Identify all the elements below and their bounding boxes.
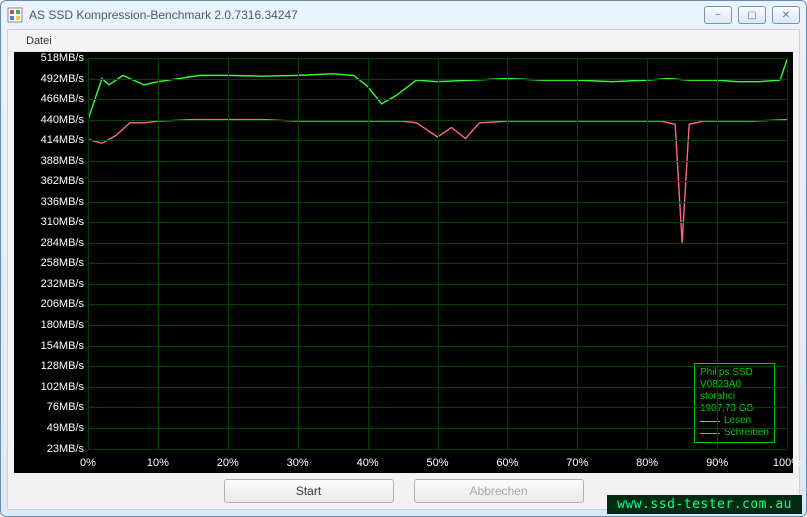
- x-tick-label: 100%: [773, 457, 801, 469]
- x-tick-label: 60%: [496, 457, 518, 469]
- y-tick-label: 76MB/s: [20, 401, 84, 413]
- y-tick-label: 414MB/s: [20, 134, 84, 146]
- y-tick-label: 49MB/s: [20, 422, 84, 434]
- menu-file[interactable]: Datei: [18, 33, 60, 49]
- legend-box: Philips SSD V0823A0 storahci 1907,73 GB …: [694, 363, 775, 443]
- cancel-button[interactable]: Abbrechen: [414, 479, 584, 503]
- app-window: AS SSD Kompression-Benchmark 2.0.7316.34…: [0, 0, 807, 517]
- y-tick-label: 232MB/s: [20, 278, 84, 290]
- y-tick-label: 258MB/s: [20, 257, 84, 269]
- maximize-button[interactable]: ▢: [738, 6, 766, 24]
- legend-driver: storahci: [700, 391, 769, 403]
- button-row: Start Abbrechen: [8, 473, 799, 509]
- x-tick-label: 70%: [566, 457, 588, 469]
- window-title: AS SSD Kompression-Benchmark 2.0.7316.34…: [29, 8, 704, 22]
- window-controls: − ▢ ✕: [704, 6, 800, 24]
- y-tick-label: 518MB/s: [20, 52, 84, 64]
- legend-read: Lesen: [700, 415, 769, 427]
- x-tick-label: 80%: [636, 457, 658, 469]
- y-tick-label: 102MB/s: [20, 381, 84, 393]
- legend-capacity: 1907,73 GB: [700, 403, 769, 415]
- plot: Philips SSD V0823A0 storahci 1907,73 GB …: [88, 58, 787, 449]
- y-tick-label: 310MB/s: [20, 216, 84, 228]
- y-tick-label: 336MB/s: [20, 196, 84, 208]
- app-icon: [7, 7, 23, 23]
- y-tick-label: 128MB/s: [20, 360, 84, 372]
- y-tick-label: 284MB/s: [20, 237, 84, 249]
- x-tick-label: 10%: [147, 457, 169, 469]
- x-tick-label: 30%: [287, 457, 309, 469]
- legend-read-label: Lesen: [724, 415, 751, 427]
- legend-device: Philips SSD: [700, 367, 769, 379]
- menubar: Datei: [8, 30, 799, 52]
- chart-area: Philips SSD V0823A0 storahci 1907,73 GB …: [14, 52, 793, 473]
- y-tick-label: 362MB/s: [20, 175, 84, 187]
- y-tick-label: 440MB/s: [20, 114, 84, 126]
- close-button[interactable]: ✕: [772, 6, 800, 24]
- minimize-button[interactable]: −: [704, 6, 732, 24]
- y-tick-label: 180MB/s: [20, 319, 84, 331]
- x-tick-label: 40%: [357, 457, 379, 469]
- start-button[interactable]: Start: [224, 479, 394, 503]
- legend-firmware: V0823A0: [700, 379, 769, 391]
- y-tick-label: 206MB/s: [20, 298, 84, 310]
- content-area: Datei Philips SSD V0823A0 storahci 1907,…: [7, 29, 800, 510]
- y-tick-label: 388MB/s: [20, 155, 84, 167]
- x-tick-label: 90%: [706, 457, 728, 469]
- x-tick-label: 50%: [426, 457, 448, 469]
- y-tick-label: 154MB/s: [20, 340, 84, 352]
- x-tick-label: 0%: [80, 457, 96, 469]
- y-tick-label: 466MB/s: [20, 93, 84, 105]
- x-tick-label: 20%: [217, 457, 239, 469]
- y-tick-label: 492MB/s: [20, 73, 84, 85]
- titlebar: AS SSD Kompression-Benchmark 2.0.7316.34…: [1, 1, 806, 29]
- y-tick-label: 23MB/s: [20, 443, 84, 455]
